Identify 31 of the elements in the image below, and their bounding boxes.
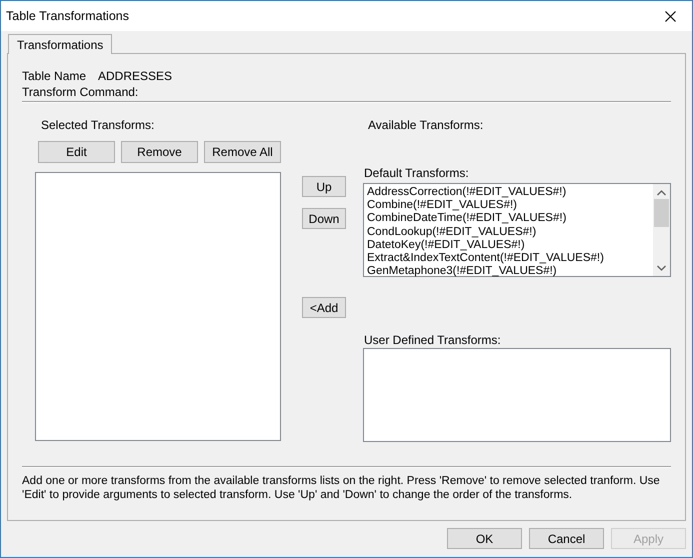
window-title: Table Transformations [5, 9, 129, 23]
list-item[interactable]: CombineDateTime(!#EDIT_VALUES#!) [367, 212, 653, 226]
add-button[interactable]: <Add [302, 297, 346, 318]
close-icon [664, 10, 676, 22]
user-defined-transforms-label: User Defined Transforms: [364, 332, 501, 348]
list-item[interactable]: Extract&IndexTextContent(!#EDIT_VALUES#!) [367, 252, 653, 266]
transform-command-label: Transform Command: [22, 84, 138, 100]
available-transforms-label: Available Transforms: [368, 117, 484, 133]
up-button[interactable]: Up [302, 176, 346, 197]
edit-button[interactable]: Edit [38, 141, 115, 163]
default-transforms-list[interactable] [363, 183, 671, 277]
remove-all-button[interactable]: Remove All [204, 141, 281, 163]
user-defined-transforms-list[interactable] [363, 348, 671, 442]
list-item[interactable]: CondLookup(!#EDIT_VALUES#!) [367, 226, 653, 239]
list-item[interactable]: GenMetaphone3(!#EDIT_VALUES#!) [367, 265, 653, 278]
cancel-button[interactable]: Cancel [529, 528, 604, 549]
table-name-label: Table Name [22, 68, 88, 84]
scroll-down-icon[interactable] [657, 265, 666, 271]
down-button[interactable]: Down [302, 208, 346, 229]
list-item[interactable]: AddressCorrection(!#EDIT_VALUES#!) [367, 186, 653, 200]
default-transforms-label: Default Transforms: [364, 165, 469, 181]
list-item[interactable]: Combine(!#EDIT_VALUES#!) [367, 199, 653, 212]
tab[interactable]: Transformations [8, 34, 112, 54]
list-item[interactable]: DatetoKey(!#EDIT_VALUES#!) [367, 238, 653, 252]
scrollbar[interactable] [653, 184, 670, 276]
help-text: Add one or more transforms from the available transforms lists on the right. Press 'Remove' to remove selected tranform. Use 'Edit' to provide arguments to selected transform. Use 'Up' and 'Down' to change the order of the transforms. [22, 474, 661, 502]
selected-transforms-label: Selected Transforms: [41, 117, 154, 133]
scroll-up-icon[interactable] [657, 190, 666, 196]
table-name-value: ADDRESSES [98, 68, 172, 84]
ok-button[interactable]: OK [447, 528, 522, 549]
remove-button[interactable]: Remove [121, 141, 198, 163]
